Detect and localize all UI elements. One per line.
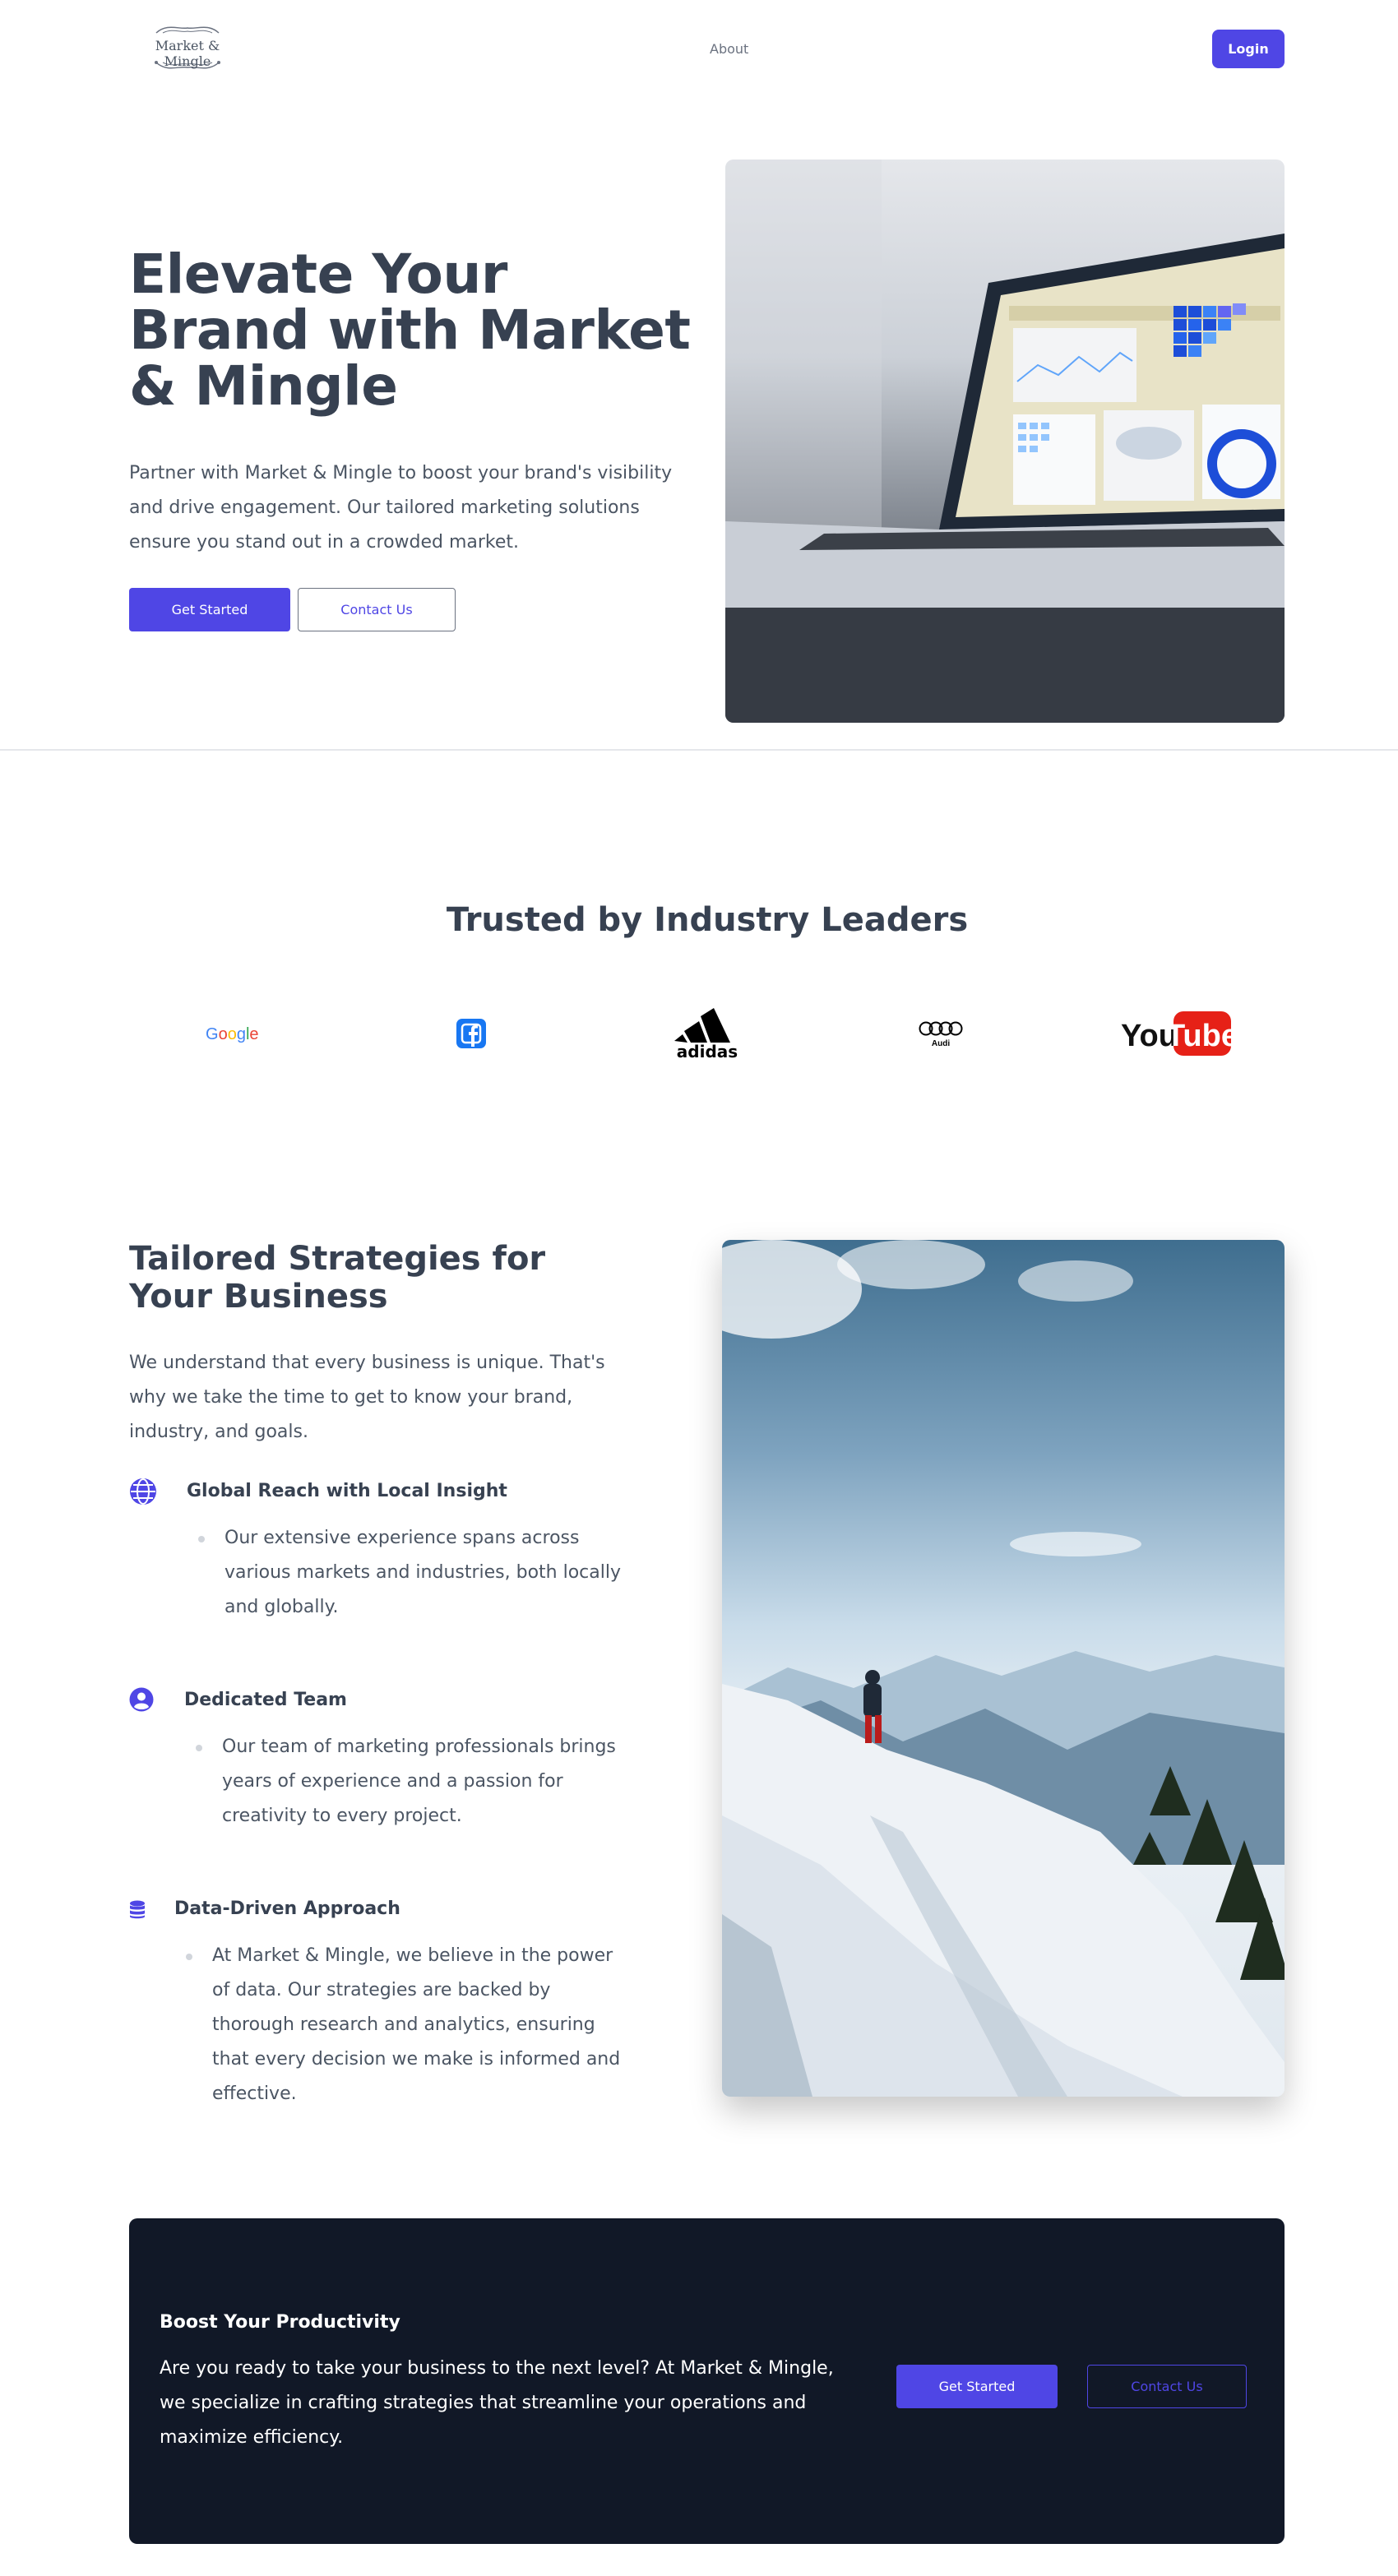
facebook-icon: [455, 1007, 488, 1060]
svg-text:adidas: adidas: [677, 1042, 738, 1059]
feature-title-global-reach: Global Reach with Local Insight: [187, 1481, 507, 1501]
adidas-logo: adidas: [670, 1007, 744, 1060]
mountain-scene: [722, 1240, 1285, 2097]
cta-banner: Boost Your Productivity Are you ready to…: [129, 2218, 1285, 2544]
get-started-button[interactable]: Get Started: [129, 588, 290, 631]
feature-list-data-driven: At Market & Mingle, we believe in the po…: [186, 1939, 623, 2111]
hero-image: [725, 160, 1285, 723]
svg-text:Google: Google: [206, 1025, 259, 1043]
hero-description: Partner with Market & Mingle to boost yo…: [129, 463, 673, 553]
strategies-description: We understand that every business is uni…: [129, 1353, 605, 1442]
mountain-hiker-image: [722, 1240, 1285, 2097]
logo-text: Market & Mingle: [155, 38, 220, 69]
feature-title-data-driven: Data-Driven Approach: [174, 1898, 400, 1919]
feature-item: At Market & Mingle, we believe in the po…: [186, 1939, 623, 2111]
youtube-logo: You Tube: [1120, 1007, 1232, 1060]
svg-text:Audi: Audi: [932, 1039, 950, 1048]
contact-us-button[interactable]: Contact Us: [298, 588, 456, 631]
brand-logo[interactable]: Market & Mingle: [138, 20, 237, 79]
user-circle-icon: [129, 1687, 154, 1712]
login-button[interactable]: Login: [1212, 30, 1285, 68]
cta-get-started-button[interactable]: Get Started: [896, 2365, 1058, 2408]
feature-list-global-reach: Our extensive experience spans across va…: [198, 1521, 627, 1625]
feature-item: Our extensive experience spans across va…: [198, 1521, 627, 1625]
laptop-dashboard-illustration: [725, 160, 1285, 723]
cta-title: Boost Your Productivity: [160, 2312, 400, 2333]
section-divider: [0, 749, 1398, 751]
feature-title-dedicated-team: Dedicated Team: [184, 1690, 347, 1710]
audi-logo: Audi: [918, 1007, 964, 1060]
strategies-title: Tailored Strategies for Your Business: [129, 1240, 546, 1316]
feature-item: Our team of marketing professionals brin…: [196, 1730, 625, 1834]
hero-title: Elevate Your Brand with Market & Mingle: [129, 243, 691, 418]
feature-list-dedicated-team: Our team of marketing professionals brin…: [196, 1730, 625, 1834]
google-logo: Google: [206, 1007, 270, 1060]
site-header: Market & Mingle About Login: [0, 0, 1398, 100]
nav-link-about[interactable]: About: [710, 41, 748, 57]
cta-contact-us-button[interactable]: Contact Us: [1087, 2365, 1247, 2408]
trusted-title: Trusted by Industry Leaders: [446, 901, 969, 939]
svg-text:Tube: Tube: [1166, 1019, 1231, 1053]
globe-icon: [129, 1478, 157, 1505]
cta-description: Are you ready to take your business to t…: [160, 2358, 834, 2448]
database-icon: [129, 1900, 146, 1920]
